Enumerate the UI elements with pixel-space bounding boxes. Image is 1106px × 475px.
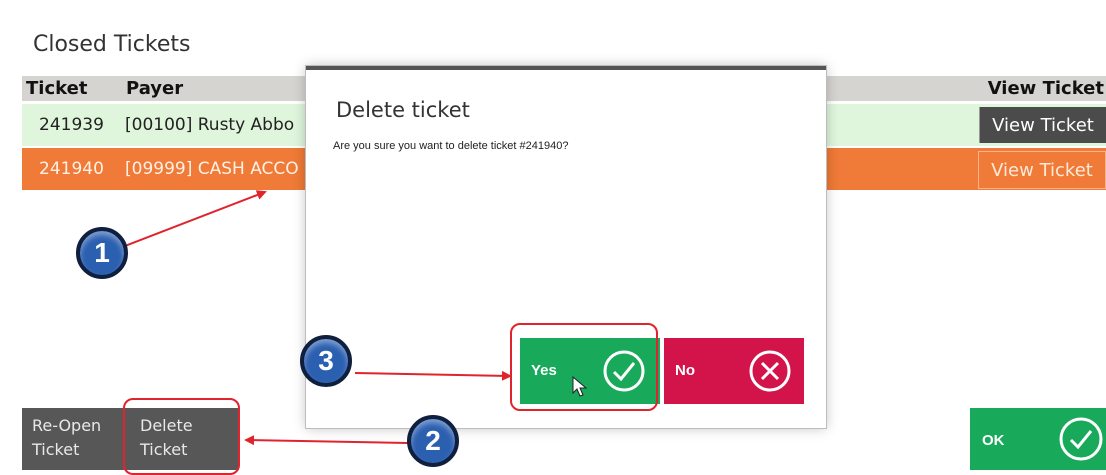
yes-button-highlight (510, 323, 658, 411)
column-header-view: View Ticket (987, 78, 1104, 99)
payer-name: [00100] Rusty Abbo (125, 115, 295, 135)
payer-name: [09999] CASH ACCO (125, 159, 299, 179)
x-circle-icon (749, 350, 791, 392)
ok-label: OK (982, 432, 1005, 449)
reopen-label-line2: Ticket (32, 440, 80, 459)
ticket-number: 241940 (39, 159, 104, 179)
callout-badge-1: 1 (76, 227, 128, 279)
no-button[interactable]: No (664, 338, 804, 404)
ticket-number: 241939 (39, 115, 104, 135)
reopen-ticket-button[interactable]: Re-Open Ticket (22, 408, 130, 470)
page-title: Closed Tickets (33, 32, 191, 57)
dialog-message: Are you sure you want to delete ticket #… (333, 140, 569, 152)
ok-button[interactable]: OK (970, 408, 1106, 470)
dialog-title: Delete ticket (336, 98, 470, 122)
no-label: No (675, 362, 695, 379)
callout-2-arrow (244, 435, 409, 446)
column-header-ticket: Ticket (26, 78, 88, 99)
callout-badge-2: 2 (407, 415, 459, 467)
check-circle-icon (1059, 417, 1103, 461)
reopen-label-line1: Re-Open (32, 416, 102, 435)
column-header-payer: Payer (126, 78, 184, 99)
view-ticket-button[interactable]: View Ticket (979, 107, 1106, 143)
view-ticket-button[interactable]: View Ticket (978, 151, 1106, 189)
callout-1-arrow (124, 190, 267, 247)
delete-button-highlight (123, 398, 240, 475)
callout-badge-3: 3 (300, 335, 352, 387)
